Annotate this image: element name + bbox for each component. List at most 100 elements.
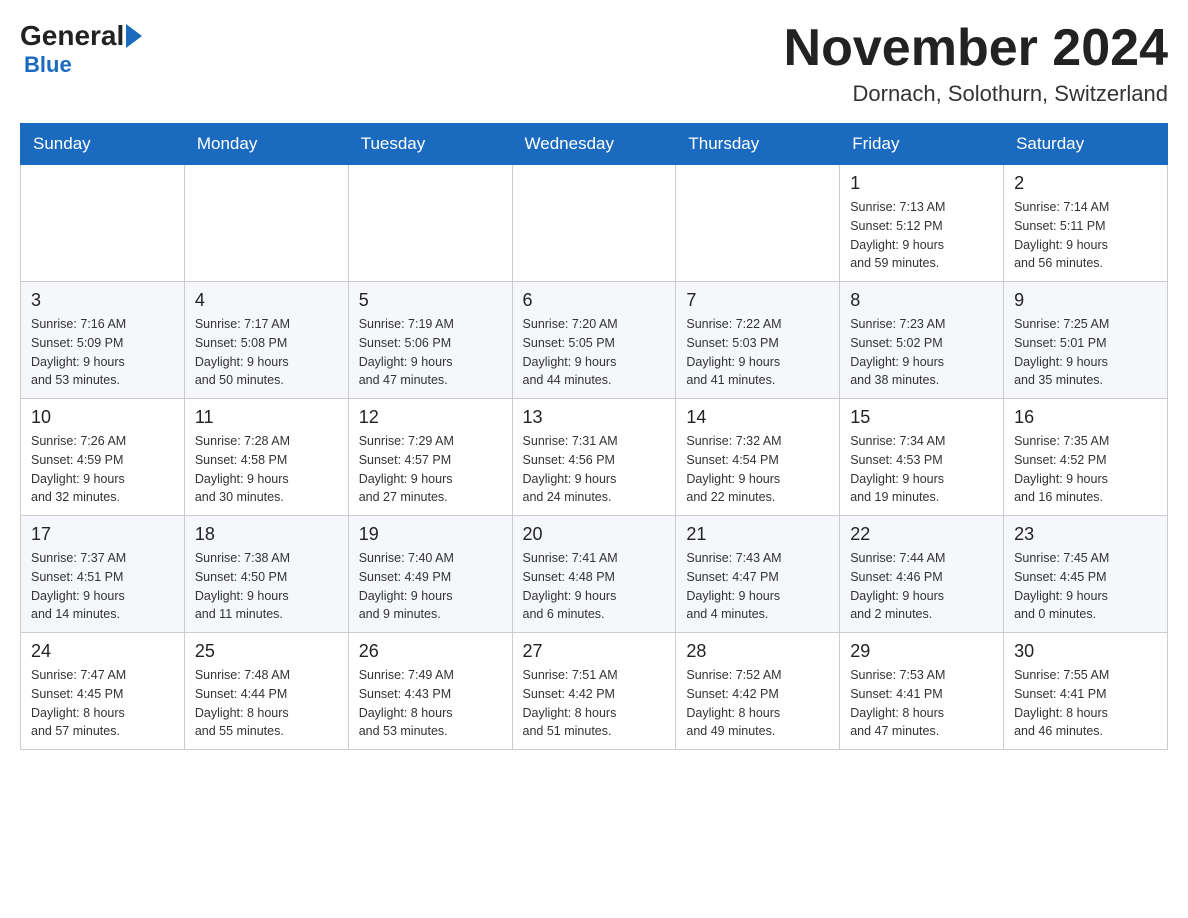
- table-row: 1 Sunrise: 7:13 AM Sunset: 5:12 PM Daylig…: [840, 165, 1004, 282]
- table-row: 25 Sunrise: 7:48 AM Sunset: 4:44 PM Dayli…: [184, 633, 348, 750]
- table-row: 29 Sunrise: 7:53 AM Sunset: 4:41 PM Dayli…: [840, 633, 1004, 750]
- table-row: 18 Sunrise: 7:38 AM Sunset: 4:50 PM Dayli…: [184, 516, 348, 633]
- table-row: 20Sunrise: 7:41 AM Sunset: 4:48 PM Dayli…: [512, 516, 676, 633]
- table-row: [512, 165, 676, 282]
- table-row: 7 Sunrise: 7:22 AM Sunset: 5:03 PM Daylig…: [676, 282, 840, 399]
- calendar-header-row: Sunday Monday Tuesday Wednesday Thursday…: [21, 124, 1168, 165]
- month-title: November 2024: [784, 20, 1168, 77]
- day-number: 18: [195, 524, 338, 545]
- day-info: Sunrise: 7:13 AM Sunset: 5:12 PM Dayligh…: [850, 198, 993, 273]
- logo-arrow-icon: [126, 24, 142, 48]
- day-info: Sunrise: 7:31 AM Sunset: 4:56 PM Dayligh…: [523, 432, 666, 507]
- day-info: Sunrise: 7:23 AM Sunset: 5:02 PM Dayligh…: [850, 315, 993, 390]
- calendar-week-row: 10 Sunrise: 7:26 AM Sunset: 4:59 PM Dayli…: [21, 399, 1168, 516]
- day-number: 2: [1014, 173, 1157, 194]
- day-info: Sunrise: 7:45 AM Sunset: 4:45 PM Dayligh…: [1014, 549, 1157, 624]
- day-info: Sunrise: 7:22 AM Sunset: 5:03 PM Dayligh…: [686, 315, 829, 390]
- day-info: Sunrise: 7:37 AM Sunset: 4:51 PM Dayligh…: [31, 549, 174, 624]
- table-row: 26 Sunrise: 7:49 AM Sunset: 4:43 PM Dayli…: [348, 633, 512, 750]
- table-row: 6 Sunrise: 7:20 AM Sunset: 5:05 PM Daylig…: [512, 282, 676, 399]
- table-row: 3 Sunrise: 7:16 AM Sunset: 5:09 PM Daylig…: [21, 282, 185, 399]
- day-number: 21: [686, 524, 829, 545]
- table-row: 14 Sunrise: 7:32 AM Sunset: 4:54 PM Dayli…: [676, 399, 840, 516]
- table-row: 28 Sunrise: 7:52 AM Sunset: 4:42 PM Dayli…: [676, 633, 840, 750]
- day-number: 30: [1014, 641, 1157, 662]
- table-row: 24 Sunrise: 7:47 AM Sunset: 4:45 PM Dayli…: [21, 633, 185, 750]
- day-number: 9: [1014, 290, 1157, 311]
- calendar-week-row: 3 Sunrise: 7:16 AM Sunset: 5:09 PM Daylig…: [21, 282, 1168, 399]
- table-row: 17 Sunrise: 7:37 AM Sunset: 4:51 PM Dayli…: [21, 516, 185, 633]
- day-number: 12: [359, 407, 502, 428]
- day-number: 29: [850, 641, 993, 662]
- day-info: Sunrise: 7:14 AM Sunset: 5:11 PM Dayligh…: [1014, 198, 1157, 273]
- day-info: Sunrise: 7:38 AM Sunset: 4:50 PM Dayligh…: [195, 549, 338, 624]
- day-number: 28: [686, 641, 829, 662]
- day-info: Sunrise: 7:55 AM Sunset: 4:41 PM Dayligh…: [1014, 666, 1157, 741]
- table-row: 11Sunrise: 7:28 AM Sunset: 4:58 PM Dayli…: [184, 399, 348, 516]
- table-row: 15 Sunrise: 7:34 AM Sunset: 4:53 PM Dayli…: [840, 399, 1004, 516]
- table-row: 30 Sunrise: 7:55 AM Sunset: 4:41 PM Dayli…: [1004, 633, 1168, 750]
- table-row: 19 Sunrise: 7:40 AM Sunset: 4:49 PM Dayli…: [348, 516, 512, 633]
- day-info: Sunrise: 7:51 AM Sunset: 4:42 PM Dayligh…: [523, 666, 666, 741]
- title-area: November 2024 Dornach, Solothurn, Switze…: [784, 20, 1168, 107]
- day-info: Sunrise: 7:49 AM Sunset: 4:43 PM Dayligh…: [359, 666, 502, 741]
- day-info: Sunrise: 7:16 AM Sunset: 5:09 PM Dayligh…: [31, 315, 174, 390]
- day-number: 15: [850, 407, 993, 428]
- table-row: 12 Sunrise: 7:29 AM Sunset: 4:57 PM Dayli…: [348, 399, 512, 516]
- day-number: 1: [850, 173, 993, 194]
- day-info: Sunrise: 7:40 AM Sunset: 4:49 PM Dayligh…: [359, 549, 502, 624]
- day-number: 19: [359, 524, 502, 545]
- day-info: Sunrise: 7:20 AM Sunset: 5:05 PM Dayligh…: [523, 315, 666, 390]
- day-number: 17: [31, 524, 174, 545]
- header-tuesday: Tuesday: [348, 124, 512, 165]
- table-row: 22 Sunrise: 7:44 AM Sunset: 4:46 PM Dayli…: [840, 516, 1004, 633]
- day-info: Sunrise: 7:34 AM Sunset: 4:53 PM Dayligh…: [850, 432, 993, 507]
- calendar-table: Sunday Monday Tuesday Wednesday Thursday…: [20, 123, 1168, 750]
- day-info: Sunrise: 7:52 AM Sunset: 4:42 PM Dayligh…: [686, 666, 829, 741]
- day-info: Sunrise: 7:29 AM Sunset: 4:57 PM Dayligh…: [359, 432, 502, 507]
- table-row: 5Sunrise: 7:19 AM Sunset: 5:06 PM Daylig…: [348, 282, 512, 399]
- day-info: Sunrise: 7:32 AM Sunset: 4:54 PM Dayligh…: [686, 432, 829, 507]
- day-number: 14: [686, 407, 829, 428]
- header-saturday: Saturday: [1004, 124, 1168, 165]
- calendar-week-row: 17 Sunrise: 7:37 AM Sunset: 4:51 PM Dayli…: [21, 516, 1168, 633]
- header-thursday: Thursday: [676, 124, 840, 165]
- table-row: [348, 165, 512, 282]
- logo-blue: Blue: [24, 52, 72, 78]
- day-info: Sunrise: 7:53 AM Sunset: 4:41 PM Dayligh…: [850, 666, 993, 741]
- table-row: [184, 165, 348, 282]
- day-number: 11: [195, 407, 338, 428]
- table-row: 9Sunrise: 7:25 AM Sunset: 5:01 PM Daylig…: [1004, 282, 1168, 399]
- day-number: 27: [523, 641, 666, 662]
- day-number: 26: [359, 641, 502, 662]
- day-number: 6: [523, 290, 666, 311]
- table-row: 13 Sunrise: 7:31 AM Sunset: 4:56 PM Dayli…: [512, 399, 676, 516]
- day-info: Sunrise: 7:43 AM Sunset: 4:47 PM Dayligh…: [686, 549, 829, 624]
- day-number: 10: [31, 407, 174, 428]
- day-number: 5: [359, 290, 502, 311]
- day-info: Sunrise: 7:44 AM Sunset: 4:46 PM Dayligh…: [850, 549, 993, 624]
- logo: General Blue: [20, 20, 144, 78]
- table-row: 4Sunrise: 7:17 AM Sunset: 5:08 PM Daylig…: [184, 282, 348, 399]
- day-info: Sunrise: 7:41 AM Sunset: 4:48 PM Dayligh…: [523, 549, 666, 624]
- day-info: Sunrise: 7:35 AM Sunset: 4:52 PM Dayligh…: [1014, 432, 1157, 507]
- calendar-week-row: 24 Sunrise: 7:47 AM Sunset: 4:45 PM Dayli…: [21, 633, 1168, 750]
- table-row: 23Sunrise: 7:45 AM Sunset: 4:45 PM Dayli…: [1004, 516, 1168, 633]
- header-monday: Monday: [184, 124, 348, 165]
- table-row: 10 Sunrise: 7:26 AM Sunset: 4:59 PM Dayli…: [21, 399, 185, 516]
- day-number: 7: [686, 290, 829, 311]
- location-title: Dornach, Solothurn, Switzerland: [784, 81, 1168, 107]
- day-info: Sunrise: 7:17 AM Sunset: 5:08 PM Dayligh…: [195, 315, 338, 390]
- day-number: 25: [195, 641, 338, 662]
- header-sunday: Sunday: [21, 124, 185, 165]
- day-info: Sunrise: 7:47 AM Sunset: 4:45 PM Dayligh…: [31, 666, 174, 741]
- header-wednesday: Wednesday: [512, 124, 676, 165]
- day-info: Sunrise: 7:26 AM Sunset: 4:59 PM Dayligh…: [31, 432, 174, 507]
- table-row: 8 Sunrise: 7:23 AM Sunset: 5:02 PM Daylig…: [840, 282, 1004, 399]
- day-number: 3: [31, 290, 174, 311]
- day-number: 24: [31, 641, 174, 662]
- day-number: 22: [850, 524, 993, 545]
- day-number: 13: [523, 407, 666, 428]
- day-info: Sunrise: 7:48 AM Sunset: 4:44 PM Dayligh…: [195, 666, 338, 741]
- day-number: 8: [850, 290, 993, 311]
